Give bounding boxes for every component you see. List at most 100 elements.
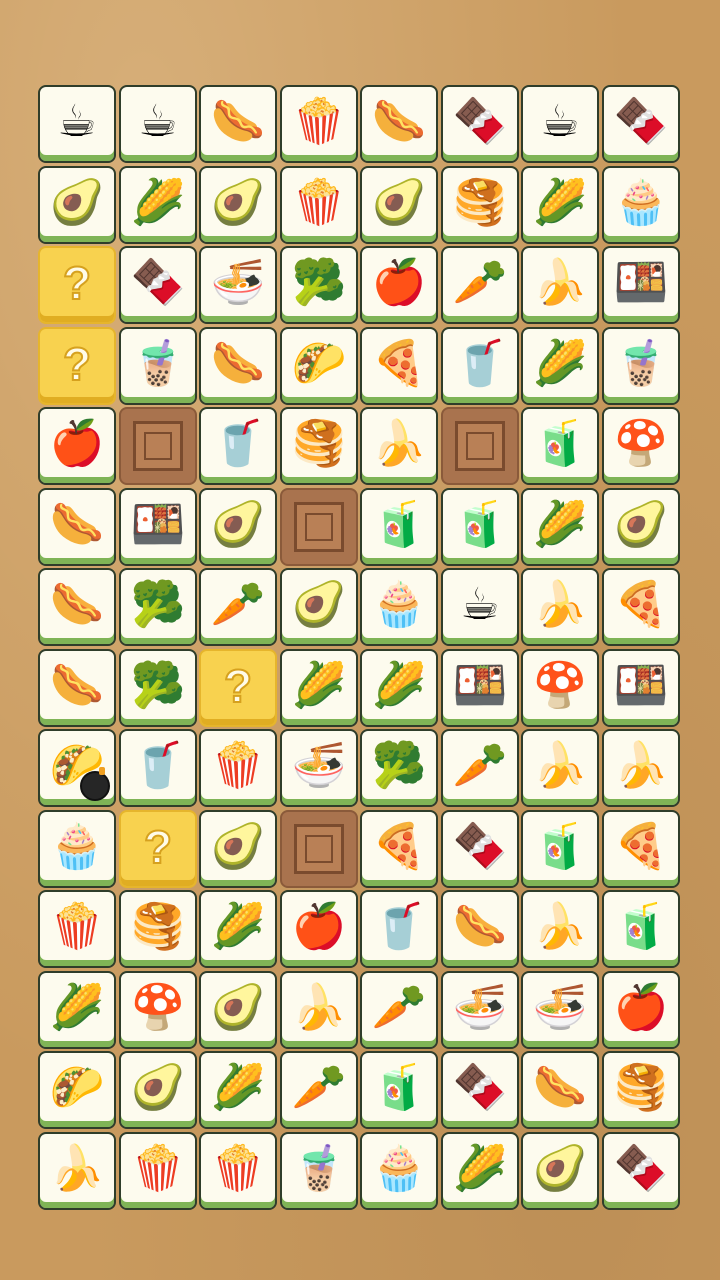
- mystery-tile[interactable]: ?: [38, 246, 116, 324]
- tile-corn[interactable]: 🌽: [199, 890, 277, 968]
- tile-ramen[interactable]: 🍜: [280, 729, 358, 807]
- tile-corn[interactable]: 🌽: [38, 971, 116, 1049]
- tile-bubble-tea[interactable]: 🧋: [119, 327, 197, 405]
- tile-taco[interactable]: 🌮: [38, 729, 116, 807]
- tile-sausage[interactable]: 🌭: [199, 327, 277, 405]
- tile-avocado[interactable]: 🥑: [360, 166, 438, 244]
- tile-sausage[interactable]: 🌭: [441, 890, 519, 968]
- tile-coffee[interactable]: ☕: [521, 85, 599, 163]
- tile-corn[interactable]: 🌽: [441, 1132, 519, 1210]
- tile-banana[interactable]: 🍌: [521, 890, 599, 968]
- tile-muffin[interactable]: 🧁: [38, 810, 116, 888]
- tile-bento[interactable]: 🍱: [119, 488, 197, 566]
- mystery-tile[interactable]: ?: [38, 327, 116, 405]
- tile-pancakes[interactable]: 🥞: [441, 166, 519, 244]
- tile-carrot[interactable]: 🥕: [441, 246, 519, 324]
- tile-chocolate[interactable]: 🍫: [602, 1132, 680, 1210]
- tile-ramen[interactable]: 🍜: [199, 246, 277, 324]
- tile-apple[interactable]: 🍎: [280, 890, 358, 968]
- tile-pizza[interactable]: 🍕: [360, 327, 438, 405]
- tile-sausage[interactable]: 🌭: [38, 568, 116, 646]
- tile-banana[interactable]: 🍌: [602, 729, 680, 807]
- tile-chocolate[interactable]: 🍫: [119, 246, 197, 324]
- tile-juice[interactable]: 🧃: [360, 488, 438, 566]
- tile-broccoli[interactable]: 🥦: [360, 729, 438, 807]
- tile-chocolate[interactable]: 🍫: [441, 85, 519, 163]
- tile-ramen[interactable]: 🍜: [521, 971, 599, 1049]
- tile-carrot[interactable]: 🥕: [441, 729, 519, 807]
- tile-popcorn[interactable]: 🍿: [280, 166, 358, 244]
- tile-sausage[interactable]: 🌭: [360, 85, 438, 163]
- tile-ramen[interactable]: 🍜: [441, 971, 519, 1049]
- tile-soda[interactable]: 🥤: [119, 729, 197, 807]
- tile-corn[interactable]: 🌽: [280, 649, 358, 727]
- tile-sausage[interactable]: 🌭: [38, 488, 116, 566]
- tile-carrot[interactable]: 🥕: [360, 971, 438, 1049]
- tile-corn[interactable]: 🌽: [521, 166, 599, 244]
- tile-banana[interactable]: 🍌: [280, 971, 358, 1049]
- tile-pizza[interactable]: 🍕: [360, 810, 438, 888]
- tile-coffee[interactable]: ☕: [119, 85, 197, 163]
- tile-avocado[interactable]: 🥑: [119, 1051, 197, 1129]
- tile-bubble-tea[interactable]: 🧋: [280, 1132, 358, 1210]
- tile-broccoli[interactable]: 🥦: [119, 568, 197, 646]
- tile-muffin[interactable]: 🧁: [360, 568, 438, 646]
- tile-juice[interactable]: 🧃: [360, 1051, 438, 1129]
- tile-popcorn[interactable]: 🍿: [199, 729, 277, 807]
- tile-banana[interactable]: 🍌: [521, 246, 599, 324]
- tile-coffee[interactable]: ☕: [441, 568, 519, 646]
- tile-pancakes[interactable]: 🥞: [280, 407, 358, 485]
- tile-bento[interactable]: 🍱: [602, 649, 680, 727]
- tile-corn[interactable]: 🌽: [521, 327, 599, 405]
- tile-chocolate[interactable]: 🍫: [441, 1051, 519, 1129]
- tile-pancakes[interactable]: 🥞: [602, 1051, 680, 1129]
- tile-chocolate[interactable]: 🍫: [441, 810, 519, 888]
- tile-chocolate[interactable]: 🍫: [602, 85, 680, 163]
- tile-pancakes[interactable]: 🥞: [119, 890, 197, 968]
- tile-sausage[interactable]: 🌭: [521, 1051, 599, 1129]
- tile-banana[interactable]: 🍌: [38, 1132, 116, 1210]
- tile-corn[interactable]: 🌽: [521, 488, 599, 566]
- tile-mushroom[interactable]: 🍄: [119, 971, 197, 1049]
- tile-avocado[interactable]: 🥑: [38, 166, 116, 244]
- tile-avocado[interactable]: 🥑: [199, 810, 277, 888]
- tile-muffin[interactable]: 🧁: [360, 1132, 438, 1210]
- tile-avocado[interactable]: 🥑: [521, 1132, 599, 1210]
- tile-bubble-tea[interactable]: 🧋: [602, 327, 680, 405]
- tile-popcorn[interactable]: 🍿: [199, 1132, 277, 1210]
- tile-taco[interactable]: 🌮: [38, 1051, 116, 1129]
- tile-taco[interactable]: 🌮: [280, 327, 358, 405]
- tile-carrot[interactable]: 🥕: [199, 568, 277, 646]
- tile-broccoli[interactable]: 🥦: [280, 246, 358, 324]
- tile-apple[interactable]: 🍎: [38, 407, 116, 485]
- tile-pizza[interactable]: 🍕: [602, 810, 680, 888]
- tile-coffee[interactable]: ☕: [38, 85, 116, 163]
- tile-broccoli[interactable]: 🥦: [119, 649, 197, 727]
- tile-mushroom[interactable]: 🍄: [602, 407, 680, 485]
- tile-mushroom[interactable]: 🍄: [521, 649, 599, 727]
- tile-corn[interactable]: 🌽: [199, 1051, 277, 1129]
- tile-juice[interactable]: 🧃: [521, 810, 599, 888]
- tile-soda[interactable]: 🥤: [441, 327, 519, 405]
- tile-juice[interactable]: 🧃: [521, 407, 599, 485]
- tile-sausage[interactable]: 🌭: [38, 649, 116, 727]
- tile-apple[interactable]: 🍎: [602, 971, 680, 1049]
- tile-avocado[interactable]: 🥑: [199, 166, 277, 244]
- tile-avocado[interactable]: 🥑: [602, 488, 680, 566]
- tile-apple[interactable]: 🍎: [360, 246, 438, 324]
- mystery-tile[interactable]: ?: [119, 810, 197, 888]
- tile-avocado[interactable]: 🥑: [199, 488, 277, 566]
- tile-corn[interactable]: 🌽: [119, 166, 197, 244]
- tile-popcorn[interactable]: 🍿: [119, 1132, 197, 1210]
- tile-carrot[interactable]: 🥕: [280, 1051, 358, 1129]
- tile-bento[interactable]: 🍱: [441, 649, 519, 727]
- tile-pizza[interactable]: 🍕: [602, 568, 680, 646]
- tile-juice[interactable]: 🧃: [441, 488, 519, 566]
- tile-popcorn[interactable]: 🍿: [38, 890, 116, 968]
- tile-popcorn[interactable]: 🍿: [280, 85, 358, 163]
- tile-soda[interactable]: 🥤: [360, 890, 438, 968]
- tile-banana[interactable]: 🍌: [521, 568, 599, 646]
- tile-banana[interactable]: 🍌: [360, 407, 438, 485]
- tile-sausage[interactable]: 🌭: [199, 85, 277, 163]
- tile-soda[interactable]: 🥤: [199, 407, 277, 485]
